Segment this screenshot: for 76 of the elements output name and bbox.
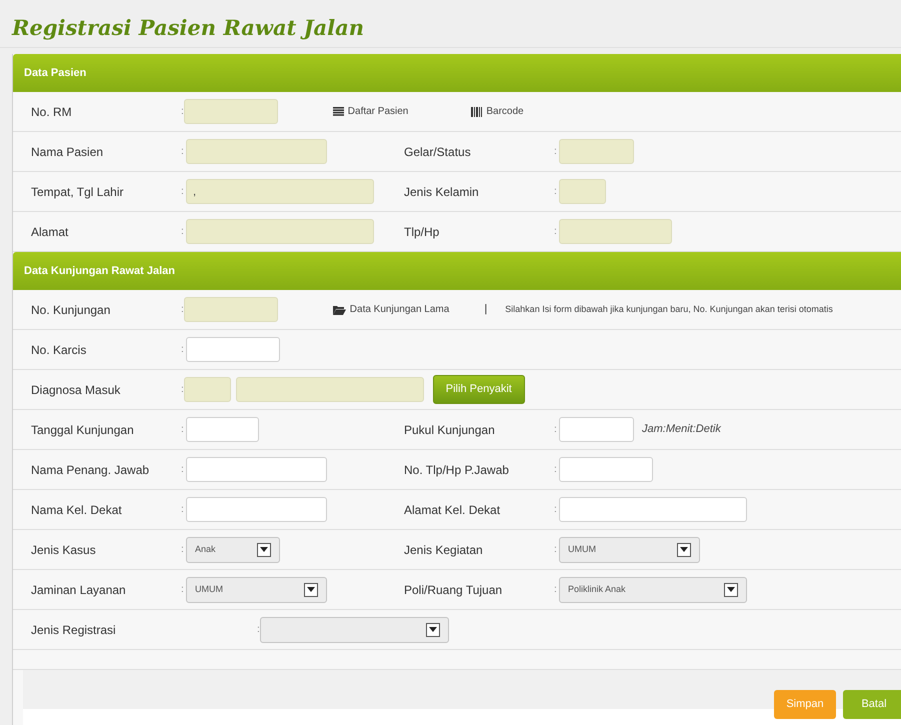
- colon: :: [181, 303, 184, 317]
- input-field[interactable]: [186, 457, 327, 482]
- input-field[interactable]: [559, 497, 747, 522]
- field-label: No. Karcis: [31, 342, 88, 358]
- field-label: Jenis Kegiatan: [404, 542, 484, 558]
- field-label: Alamat Kel. Dekat: [404, 502, 502, 518]
- field-label: Pukul Kunjungan: [404, 422, 496, 438]
- colon: :: [181, 463, 185, 477]
- input-field[interactable]: ,: [186, 179, 374, 204]
- input-field[interactable]: [186, 497, 327, 522]
- input-field[interactable]: [559, 179, 606, 204]
- folder-icon: [332, 304, 346, 314]
- field-label: Poli/Ruang Tujuan: [404, 582, 504, 598]
- colon: :: [181, 583, 185, 597]
- dropdown[interactable]: Poliklinik Anak: [559, 576, 747, 602]
- colon: :: [181, 185, 185, 199]
- field-label: Nama Pasien: [31, 144, 104, 160]
- colon: :: [554, 463, 558, 477]
- section-header: Data Pasien: [13, 54, 901, 92]
- dropdown[interactable]: [260, 616, 449, 642]
- dropdown[interactable]: Anak: [186, 536, 280, 562]
- input-field[interactable]: [186, 219, 374, 244]
- instruction-note: Silahkan Isi form dibawah jika kunjungan baru, No. Kunjungan akan terisi otomatis: [505, 302, 833, 316]
- separator-text: |: [484, 302, 488, 318]
- colon: :: [554, 423, 558, 437]
- field-label: Alamat: [31, 224, 70, 240]
- section-header: Data Kunjungan Rawat Jalan: [13, 252, 901, 290]
- input-field[interactable]: [236, 377, 424, 402]
- input-field[interactable]: [559, 457, 653, 482]
- field-label: No. Tlp/Hp P.Jawab: [404, 462, 510, 478]
- dropdown[interactable]: UMUM: [186, 576, 327, 602]
- input-field[interactable]: [186, 417, 259, 442]
- input-field[interactable]: [186, 337, 280, 362]
- colon: :: [181, 503, 185, 517]
- format-hint: Jam:Menit:Detik: [642, 422, 721, 438]
- colon: :: [181, 343, 185, 357]
- barcode-icon: [471, 106, 482, 116]
- colon: :: [554, 225, 558, 239]
- dropdown[interactable]: UMUM: [559, 536, 700, 562]
- field-label: Tempat, Tgl Lahir: [31, 184, 124, 200]
- colon: :: [554, 185, 558, 199]
- link[interactable]: Barcode: [471, 104, 524, 119]
- field-label: Tanggal Kunjungan: [31, 422, 135, 438]
- field-label: Gelar/Status: [404, 144, 472, 160]
- colon: :: [181, 145, 185, 159]
- field-label: Nama Kel. Dekat: [31, 502, 123, 518]
- field-label: No. RM: [31, 104, 73, 120]
- colon: :: [181, 225, 185, 239]
- field-label: Tlp/Hp: [404, 224, 440, 240]
- input-field[interactable]: [184, 99, 278, 124]
- field-label: Diagnosa Masuk: [31, 382, 122, 398]
- field-label: Jenis Kelamin: [404, 184, 480, 200]
- colon: :: [554, 503, 558, 517]
- field-label: Jenis Kasus: [31, 542, 97, 558]
- colon: :: [554, 543, 558, 557]
- field-label: Jenis Registrasi: [31, 622, 117, 638]
- colon: :: [554, 145, 558, 159]
- field-label: No. Kunjungan: [31, 302, 112, 318]
- colon: :: [181, 383, 184, 397]
- input-field[interactable]: [184, 377, 231, 402]
- input-field[interactable]: [559, 139, 634, 164]
- page-title: Registrasi Pasien Rawat Jalan: [0, 14, 901, 48]
- input-field[interactable]: [559, 219, 672, 244]
- input-field[interactable]: [184, 297, 278, 322]
- input-field[interactable]: [559, 417, 634, 442]
- link[interactable]: Daftar Pasien: [332, 104, 408, 119]
- colon: :: [181, 105, 184, 119]
- input-field[interactable]: [186, 139, 327, 164]
- colon: :: [554, 583, 558, 597]
- colon: :: [257, 623, 260, 637]
- field-label: Nama Penang. Jawab: [31, 462, 150, 478]
- colon: :: [181, 543, 185, 557]
- link[interactable]: Data Kunjungan Lama: [332, 302, 450, 317]
- colon: :: [181, 423, 185, 437]
- field-label: Jaminan Layanan: [31, 582, 127, 598]
- list-icon: [332, 107, 344, 116]
